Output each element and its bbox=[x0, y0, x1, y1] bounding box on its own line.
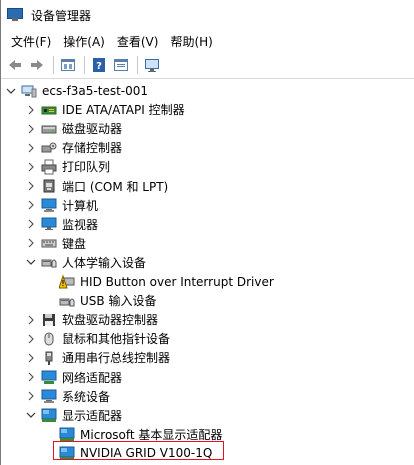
chevron-right-icon[interactable] bbox=[25, 142, 37, 154]
back-arrow-icon[interactable] bbox=[5, 55, 25, 75]
chevron-right-icon[interactable] bbox=[25, 161, 37, 173]
tree-item-label: 人体学输入设备 bbox=[62, 255, 147, 270]
tree-root-computer[interactable]: ecs-f3a5-test-001 bbox=[5, 81, 148, 100]
chevron-down-icon[interactable] bbox=[25, 256, 37, 268]
tree-item-category[interactable]: 鼠标和其他指针设备 bbox=[25, 329, 170, 348]
tree-item-label: ecs-f3a5-test-001 bbox=[42, 83, 149, 98]
port-icon bbox=[41, 178, 57, 194]
disk-drive-icon bbox=[41, 121, 57, 137]
tree-item-category[interactable]: 网络适配器 bbox=[25, 368, 122, 387]
tree-item-category[interactable]: 软盘驱动器控制器 bbox=[25, 310, 158, 329]
tree-item-category[interactable]: 键盘 bbox=[25, 234, 86, 253]
chevron-down-icon[interactable] bbox=[5, 85, 17, 97]
tree-item-device[interactable]: USB 输入设备 bbox=[43, 291, 156, 310]
toolbar-separator bbox=[137, 56, 138, 74]
tree-item-label: 网络适配器 bbox=[62, 370, 123, 385]
tree-item-category[interactable]: 端口 (COM 和 LPT) bbox=[25, 177, 168, 196]
window-title: 设备管理器 bbox=[31, 8, 92, 23]
computer-icon bbox=[41, 197, 57, 213]
chevron-right-icon[interactable] bbox=[25, 333, 37, 345]
tree-item-label: 计算机 bbox=[62, 198, 99, 213]
device-manager-window: 设备管理器 文件(F) 操作(A) 查看(V) 帮助(H) ? ecs-f3a5… bbox=[0, 0, 414, 465]
tree-item-category[interactable]: IDE ATA/ATAPI 控制器 bbox=[25, 100, 185, 119]
tree-item-category[interactable]: 存储控制器 bbox=[25, 138, 122, 157]
tree-item-category[interactable]: 系统设备 bbox=[25, 387, 110, 406]
toolbar-separator bbox=[53, 56, 54, 74]
tree-item-category[interactable]: 计算机 bbox=[25, 196, 98, 215]
network-adapter-icon bbox=[41, 369, 57, 385]
device-manager-app-icon bbox=[7, 8, 23, 22]
chevron-right-icon[interactable] bbox=[25, 218, 37, 230]
tree-item-category[interactable]: 监视器 bbox=[25, 215, 98, 234]
tree-item-label: 打印队列 bbox=[62, 160, 111, 175]
tree-item-category[interactable]: 通用串行总线控制器 bbox=[25, 348, 170, 367]
chevron-right-icon[interactable] bbox=[25, 123, 37, 135]
tree-item-label: IDE ATA/ATAPI 控制器 bbox=[62, 103, 185, 118]
monitor-scan-icon[interactable] bbox=[142, 55, 162, 75]
tree-item-label: 通用串行总线控制器 bbox=[62, 351, 171, 366]
tree-item-category[interactable]: 显示适配器 bbox=[25, 406, 122, 425]
highlight-box bbox=[53, 441, 224, 460]
tree-item-category[interactable]: 打印队列 bbox=[25, 157, 110, 176]
chevron-right-icon[interactable] bbox=[25, 237, 37, 249]
hid-device-icon bbox=[59, 293, 75, 309]
tree-item-label: 显示适配器 bbox=[62, 408, 123, 423]
tree-item-category[interactable]: 磁盘驱动器 bbox=[25, 119, 122, 138]
help-icon[interactable]: ? bbox=[89, 55, 109, 75]
tree-item-label: HID Button over Interrupt Driver bbox=[80, 274, 274, 289]
monitor-icon bbox=[41, 216, 57, 232]
tree-item-label: 存储控制器 bbox=[62, 141, 123, 156]
floppy-controller-icon bbox=[41, 312, 57, 328]
menu-action[interactable]: 操作(A) bbox=[57, 33, 111, 50]
chevron-right-icon[interactable] bbox=[25, 352, 37, 364]
tree-item-label: USB 输入设备 bbox=[80, 294, 157, 309]
tree-item-label: 系统设备 bbox=[62, 389, 111, 404]
menu-bar: 文件(F) 操作(A) 查看(V) 帮助(H) bbox=[1, 30, 414, 52]
tree-item-label: 软盘驱动器控制器 bbox=[62, 313, 159, 328]
computer-root-icon bbox=[21, 83, 37, 99]
usb-icon bbox=[41, 350, 57, 366]
forward-arrow-icon[interactable] bbox=[27, 55, 47, 75]
hid-icon bbox=[41, 254, 57, 270]
tree-item-label: 端口 (COM 和 LPT) bbox=[62, 179, 169, 194]
svg-text:?: ? bbox=[96, 61, 102, 72]
keyboard-icon bbox=[41, 235, 57, 251]
warning-device-icon bbox=[58, 273, 75, 290]
tree-item-label: 监视器 bbox=[62, 217, 99, 232]
device-tree: ecs-f3a5-test-001 IDE ATA/ATAPI 控制器 磁盘驱动器存… bbox=[1, 79, 414, 465]
mouse-icon bbox=[41, 331, 57, 347]
menu-help[interactable]: 帮助(H) bbox=[164, 33, 218, 50]
menu-file[interactable]: 文件(F) bbox=[5, 33, 57, 50]
properties-sheet-icon[interactable] bbox=[111, 55, 131, 75]
printer-icon bbox=[41, 159, 57, 175]
chevron-right-icon[interactable] bbox=[25, 180, 37, 192]
display-adapter-icon bbox=[41, 407, 57, 423]
tree-item-label: 鼠标和其他指针设备 bbox=[62, 332, 171, 347]
chevron-right-icon[interactable] bbox=[25, 390, 37, 402]
storage-controller-icon bbox=[41, 140, 57, 156]
ide-controller-icon bbox=[41, 102, 57, 118]
chevron-right-icon[interactable] bbox=[25, 104, 37, 116]
tree-item-label: 磁盘驱动器 bbox=[62, 122, 123, 137]
tree-item-category[interactable]: 人体学输入设备 bbox=[25, 253, 146, 272]
chevron-right-icon[interactable] bbox=[25, 371, 37, 383]
menu-view[interactable]: 查看(V) bbox=[111, 33, 165, 50]
chevron-down-icon[interactable] bbox=[25, 409, 37, 421]
toolbar-separator bbox=[84, 56, 85, 74]
tree-item-label: 键盘 bbox=[62, 236, 87, 251]
properties-icon[interactable] bbox=[58, 55, 78, 75]
toolbar: ? bbox=[1, 52, 414, 79]
title-bar: 设备管理器 bbox=[1, 0, 414, 30]
chevron-right-icon[interactable] bbox=[25, 199, 37, 211]
display-adapter-icon bbox=[59, 426, 75, 442]
tree-item-device[interactable]: HID Button over Interrupt Driver bbox=[43, 272, 274, 291]
system-device-icon bbox=[41, 388, 57, 404]
chevron-right-icon[interactable] bbox=[25, 314, 37, 326]
